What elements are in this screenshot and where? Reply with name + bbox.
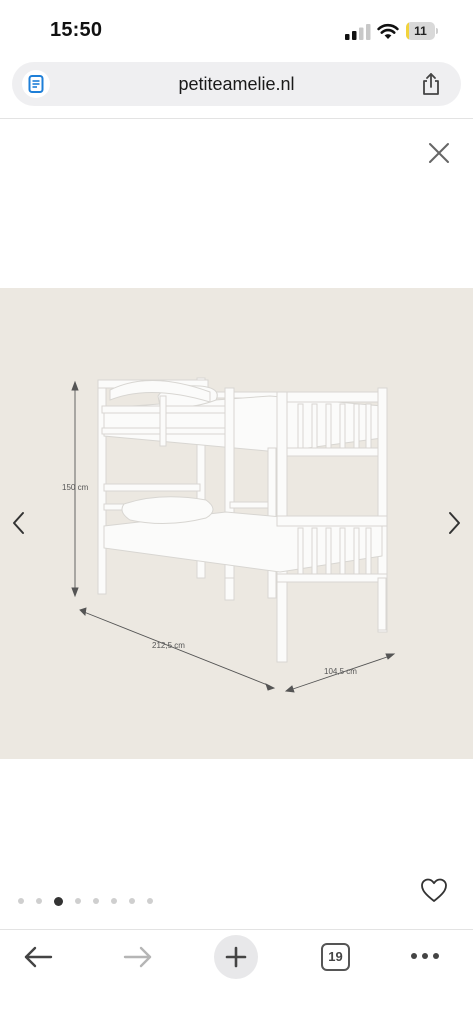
tab-count-button[interactable]: 19 (321, 943, 350, 971)
arrow-right-icon[interactable] (122, 944, 154, 970)
close-icon[interactable] (427, 141, 451, 165)
reader-icon[interactable] (22, 70, 50, 98)
url-text[interactable]: petiteamelie.nl (72, 62, 401, 106)
status-bar: 15:50 11 (0, 0, 473, 60)
wifi-icon (377, 23, 399, 39)
share-icon[interactable] (420, 72, 442, 96)
pagination-dot[interactable] (36, 898, 42, 904)
address-bar[interactable]: petiteamelie.nl (12, 62, 461, 106)
document-icon (28, 75, 44, 93)
pagination-dot[interactable] (129, 898, 135, 904)
chevron-left-icon[interactable] (8, 510, 30, 536)
plus-icon (225, 946, 247, 968)
status-time: 15:50 (50, 19, 103, 41)
bunk-bed-illustration (71, 377, 396, 693)
new-tab-button[interactable] (214, 935, 258, 979)
pagination-dot[interactable] (111, 898, 117, 904)
top-divider (0, 118, 473, 119)
battery-tip (436, 28, 438, 34)
width-dimension-label: 104,5 cm (324, 667, 357, 676)
chevron-right-icon[interactable] (443, 510, 465, 536)
battery-level: 11 (414, 24, 427, 38)
gallery-pagination[interactable] (18, 895, 165, 907)
battery-indicator: 11 (406, 22, 438, 40)
pagination-dot[interactable] (93, 898, 99, 904)
pagination-dot[interactable] (147, 898, 153, 904)
pagination-dot[interactable] (18, 898, 24, 904)
length-dimension-label: 212,5 cm (152, 641, 185, 650)
browser-toolbar: 19 (0, 930, 473, 1024)
pagination-dot[interactable] (75, 898, 81, 904)
height-dimension-label: 150 cm (62, 483, 89, 492)
pagination-dot-active[interactable] (54, 896, 63, 906)
heart-icon[interactable] (420, 877, 448, 903)
product-image[interactable]: 150 cm 212,5 cm 104,5 cm (0, 288, 473, 759)
cellular-signal-icon (345, 24, 371, 40)
more-dots-icon[interactable] (410, 950, 440, 962)
battery-body: 11 (406, 22, 435, 40)
arrow-left-icon[interactable] (22, 944, 54, 970)
